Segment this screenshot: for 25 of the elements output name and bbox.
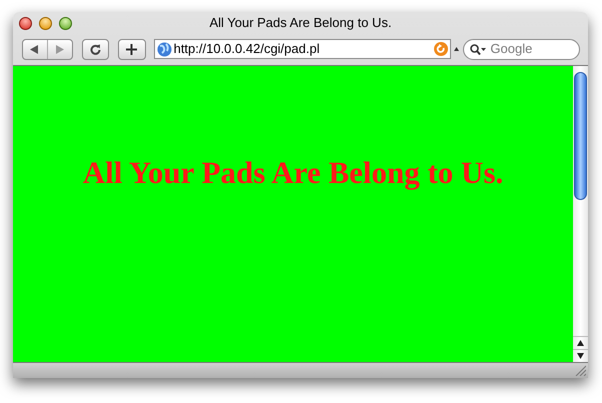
search-placeholder: Google <box>490 40 532 58</box>
up-arrow-icon <box>577 340 584 346</box>
caret-icon[interactable] <box>454 47 460 51</box>
add-bookmark-button[interactable] <box>118 38 146 60</box>
minimize-button[interactable] <box>39 16 52 30</box>
page-heading: All Your Pads Are Belong to Us. <box>82 154 504 190</box>
address-text: http://10.0.0.42/cgi/pad.pl <box>174 40 321 58</box>
back-icon[interactable] <box>30 44 40 54</box>
search-icon <box>470 44 486 54</box>
scroll-thumb[interactable] <box>574 72 587 200</box>
scroll-up-button[interactable] <box>573 336 588 349</box>
down-arrow-icon <box>577 353 584 359</box>
zoom-button[interactable] <box>59 16 72 30</box>
close-button[interactable] <box>19 16 32 30</box>
vertical-scrollbar[interactable] <box>573 66 588 362</box>
reload-button[interactable] <box>82 38 109 60</box>
globe-icon <box>156 42 172 56</box>
reload-icon <box>90 44 101 54</box>
search-field[interactable]: Google <box>463 38 580 60</box>
plus-icon <box>126 44 138 54</box>
forward-icon[interactable] <box>55 44 64 54</box>
back-forward-button[interactable] <box>22 38 73 60</box>
resize-handle-icon[interactable] <box>575 365 586 376</box>
window-title: All Your Pads Are Belong to Us. <box>208 14 393 32</box>
address-field[interactable]: http://10.0.0.42/cgi/pad.pl <box>154 39 452 59</box>
